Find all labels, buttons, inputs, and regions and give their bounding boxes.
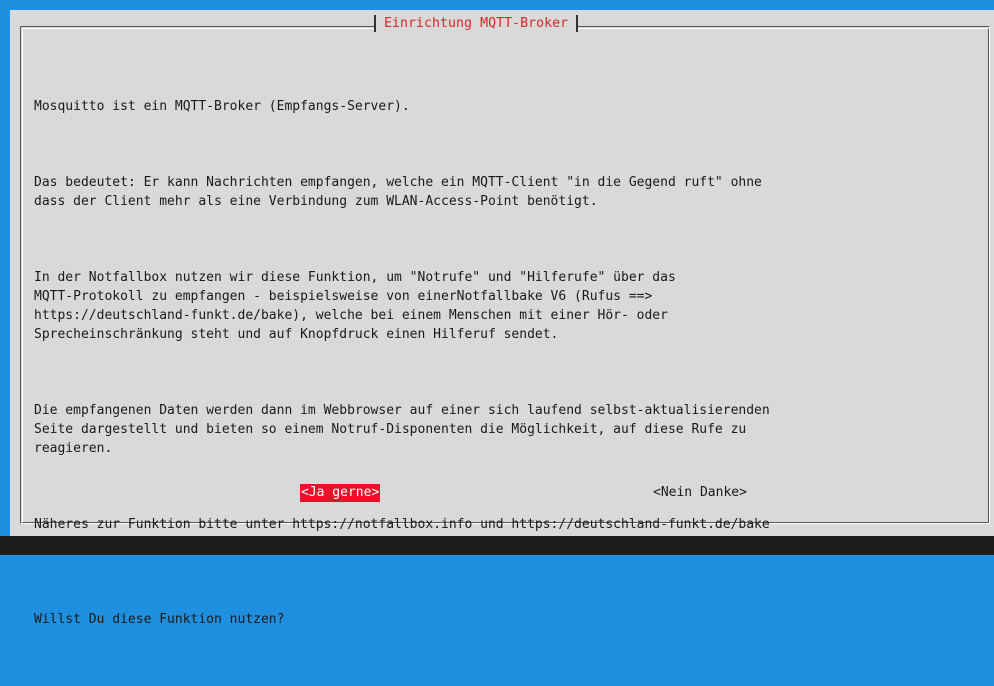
paragraph-more-info: Näheres zur Funktion bitte unter https:/… bbox=[34, 517, 770, 551]
paragraph-meaning: Das bedeutet: Er kann Nachrichten empfan… bbox=[34, 175, 762, 209]
dialog-message: Mosquitto ist ein MQTT-Broker (Empfangs-… bbox=[34, 59, 964, 686]
dialog-box: Einrichtung MQTT-Broker Mosquitto ist ei… bbox=[10, 10, 994, 627]
paragraph-intro: Mosquitto ist ein MQTT-Broker (Empfangs-… bbox=[34, 99, 410, 114]
paragraph-display: Die empfangenen Daten werden dann im Web… bbox=[34, 403, 770, 456]
button-row: <Ja gerne> <Nein Danke> bbox=[10, 484, 994, 504]
dialog-title: Einrichtung MQTT-Broker bbox=[374, 15, 579, 32]
yes-button[interactable]: <Ja gerne> bbox=[300, 484, 381, 502]
no-button[interactable]: <Nein Danke> bbox=[652, 484, 748, 502]
paragraph-question: Willst Du diese Funktion nutzen? bbox=[34, 612, 285, 627]
paragraph-usage: In der Notfallbox nutzen wir diese Funkt… bbox=[34, 270, 676, 342]
